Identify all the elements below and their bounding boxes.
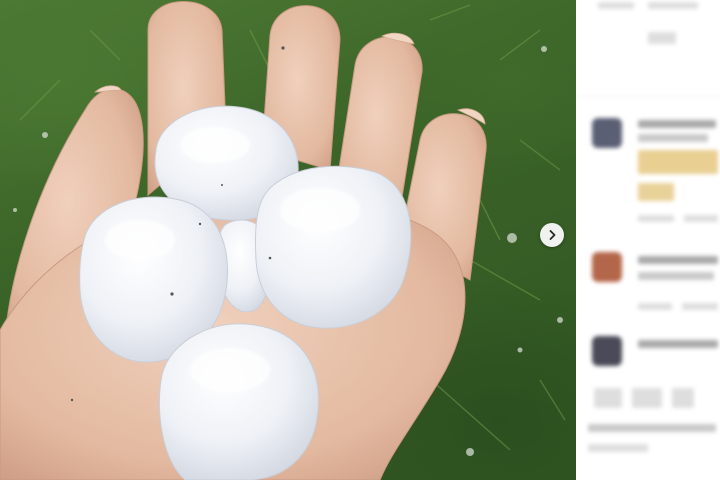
caption-text [648, 32, 676, 44]
comment-meta [638, 303, 672, 310]
avatar [592, 336, 622, 366]
comment-text [632, 388, 662, 408]
comment-text [588, 424, 716, 432]
header-text [598, 2, 634, 9]
chevron-right-icon [549, 230, 556, 240]
comment-text [638, 134, 708, 142]
hailstones-in-hand-illustration [0, 1, 566, 480]
comment-text [638, 256, 718, 264]
next-photo-button[interactable] [540, 223, 564, 247]
comment-text [672, 388, 694, 408]
comment-emoji [638, 150, 718, 174]
comment-text [638, 340, 718, 348]
header-text [648, 2, 698, 9]
comments-panel [576, 0, 720, 480]
comment-text [594, 388, 622, 408]
comment-emoji [638, 183, 674, 201]
divider [576, 96, 720, 97]
comment-meta [682, 303, 718, 310]
comment-meta [638, 215, 674, 222]
comment-text [638, 272, 714, 280]
avatar [592, 118, 622, 148]
comment-text [638, 120, 716, 128]
post-photo[interactable] [0, 0, 576, 480]
avatar [592, 252, 622, 282]
comment-meta [684, 215, 718, 222]
comment-meta [588, 444, 648, 452]
